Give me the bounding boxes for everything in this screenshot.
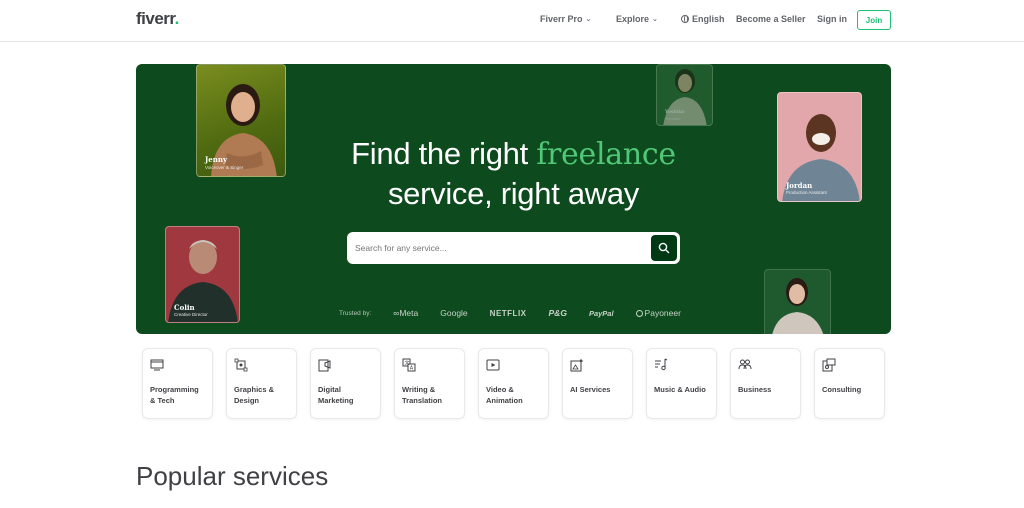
freelancer-photo <box>772 278 824 334</box>
category-music-audio[interactable]: Music & Audio <box>646 348 717 419</box>
search-input[interactable] <box>355 238 635 258</box>
category-label: Writing & Translation <box>402 385 443 405</box>
marketing-icon <box>318 359 331 372</box>
category-consulting[interactable]: Consulting <box>814 348 885 419</box>
netflix-logo: NETFLIX <box>489 308 527 318</box>
category-programming-tech[interactable]: Programming & Tech <box>142 348 213 419</box>
paypal-logo: PayPal <box>588 308 614 318</box>
freelancer-name: Yoshiko <box>665 110 685 115</box>
hero-headline: Find the right freelance service, right … <box>136 134 891 213</box>
trusted-by-row: Trusted by: ∞Meta Google NETFLIX P&G Pay… <box>339 306 703 320</box>
popular-services-heading: Popular services <box>136 461 329 491</box>
top-navbar: fiverr. Fiverr Pro ⌄ Explore ⌄ English B… <box>0 0 1024 42</box>
category-digital-marketing[interactable]: Digital Marketing <box>310 348 381 419</box>
chevron-down-icon: ⌄ <box>585 16 592 23</box>
category-label: Music & Audio <box>654 385 706 394</box>
category-label: Graphics & Design <box>234 385 275 405</box>
join-button[interactable]: Join <box>857 10 891 30</box>
freelancer-role: Translator <box>665 117 681 121</box>
payoneer-logo: Payoneer <box>635 308 681 318</box>
language-selector[interactable]: English <box>681 14 725 24</box>
search-icon <box>658 242 670 254</box>
freelancer-card-yoshiko: Yoshiko Translator <box>656 64 713 126</box>
translation-icon: 文A <box>402 358 416 372</box>
video-play-icon <box>486 359 500 371</box>
hero-title-part2: service, right away <box>387 176 639 211</box>
category-ai-services[interactable]: AI Services <box>562 348 633 419</box>
language-label: English <box>692 14 725 24</box>
hero-title-accent: freelance <box>536 137 676 172</box>
meta-logo: ∞Meta <box>393 308 419 318</box>
consulting-icon <box>822 358 836 372</box>
category-writing-translation[interactable]: 文A Writing & Translation <box>394 348 465 419</box>
chevron-down-icon: ⌄ <box>652 16 658 23</box>
ai-sparkle-icon <box>570 358 584 372</box>
freelancer-card-photo <box>764 269 831 334</box>
google-logo: Google <box>440 308 468 318</box>
explore-menu[interactable]: Explore ⌄ <box>616 14 658 24</box>
music-icon <box>655 358 668 371</box>
freelancer-card-colin: Colin Creative Director <box>165 226 240 323</box>
svg-text:A: A <box>410 366 414 372</box>
pg-logo: P&G <box>548 308 567 318</box>
fiverr-pro-menu[interactable]: Fiverr Pro ⌄ <box>540 14 591 24</box>
svg-text:文: 文 <box>405 360 410 367</box>
category-video-animation[interactable]: Video & Animation <box>478 348 549 419</box>
category-business[interactable]: Business <box>730 348 801 419</box>
category-label: Business <box>738 385 772 394</box>
hero-title-part1: Find the right <box>351 136 537 171</box>
explore-label: Explore <box>616 14 650 24</box>
category-label: Consulting <box>822 385 862 394</box>
design-frame-icon <box>234 358 248 372</box>
trusted-by-label: Trusted by: <box>339 309 372 317</box>
category-label: Digital Marketing <box>318 385 354 405</box>
freelancer-name: Colin <box>174 303 195 312</box>
code-monitor-icon <box>150 359 164 371</box>
business-people-icon <box>738 359 752 370</box>
sign-in-link[interactable]: Sign in <box>817 14 847 24</box>
category-graphics-design[interactable]: Graphics & Design <box>226 348 297 419</box>
become-seller-link[interactable]: Become a Seller <box>736 14 806 24</box>
hero-banner: Jenny Voiceover & Singer Yoshiko Transla… <box>136 64 891 334</box>
fiverr-logo[interactable]: fiverr. <box>136 9 179 29</box>
category-label: Video & Animation <box>486 385 523 405</box>
search-bar <box>347 232 680 264</box>
category-row: Programming & Tech Graphics & Design Digit… <box>142 348 892 420</box>
category-label: AI Services <box>570 385 611 394</box>
fiverr-pro-label: Fiverr Pro <box>540 14 583 24</box>
search-button[interactable] <box>651 235 677 261</box>
category-label: Programming & Tech <box>150 385 199 405</box>
freelancer-role: Creative Director <box>174 312 208 317</box>
globe-icon <box>681 15 689 23</box>
